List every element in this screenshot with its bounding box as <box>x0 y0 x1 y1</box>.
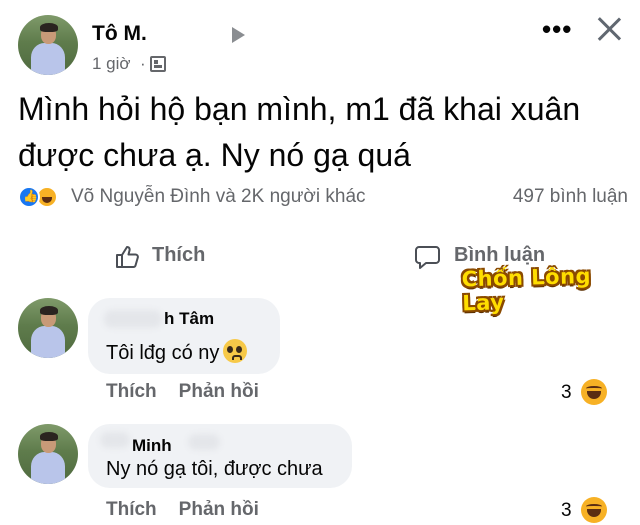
privacy-icon <box>150 56 166 72</box>
more-options-icon[interactable]: ••• <box>542 14 572 45</box>
haha-reaction-icon <box>581 497 607 523</box>
comment-item: Minh Ny nó gạ tôi, được chưa Thích Phản h… <box>0 424 640 525</box>
redacted-name <box>104 310 162 328</box>
haha-reaction-icon <box>581 379 607 405</box>
comment-button[interactable]: Bình luận <box>454 244 545 267</box>
commenter-name[interactable]: h Tâm <box>164 309 214 329</box>
comment-like-button[interactable]: Thích <box>106 381 157 402</box>
comment-text: Tôi lđg có ny <box>106 339 248 365</box>
play-icon <box>232 27 245 43</box>
redacted-name <box>100 432 130 448</box>
comment-like-button[interactable]: Thích <box>106 499 157 520</box>
comment-count[interactable]: 497 bình luận <box>513 186 628 208</box>
author-name[interactable]: Tô M. <box>92 22 147 46</box>
comment-icon[interactable] <box>414 244 441 270</box>
comment-actions: Thích Phản hồi <box>106 499 281 521</box>
comment-item: h Tâm Tôi lđg có ny Thích Phản hồi 3 <box>0 298 640 408</box>
redacted-name <box>188 434 220 450</box>
comment-text-content: Tôi lđg có ny <box>106 342 220 364</box>
like-button[interactable]: Thích <box>152 244 205 267</box>
commenter-name[interactable]: Minh <box>132 436 172 456</box>
separator-dot: · <box>140 54 146 73</box>
reactions-summary[interactable]: Võ Nguyễn Đình và 2K người khác 497 bình… <box>18 183 628 211</box>
comment-reaction-count[interactable]: 3 <box>561 382 572 404</box>
reaction-names[interactable]: Võ Nguyễn Đình và 2K người khác <box>71 186 366 208</box>
comment-bubble: h Tâm Tôi lđg có ny <box>88 298 280 374</box>
post-text: Mình hỏi hộ bạn mình, m1 đã khai xuân đư… <box>18 91 581 173</box>
comment-actions: Thích Phản hồi <box>106 381 281 403</box>
post-time[interactable]: 1 giờ <box>92 54 131 74</box>
commenter-avatar[interactable] <box>18 424 78 484</box>
commenter-avatar[interactable] <box>18 298 78 358</box>
like-reaction-icon <box>18 186 40 208</box>
post-header: Tô M. 1 giờ · ••• <box>0 0 640 85</box>
thumbs-up-icon[interactable] <box>114 244 140 270</box>
comment-reaction-count[interactable]: 3 <box>561 500 572 522</box>
comment-reply-button[interactable]: Phản hồi <box>179 381 259 402</box>
comment-bubble: Minh Ny nó gạ tôi, được chưa <box>88 424 352 488</box>
comment-text: Ny nó gạ tôi, được chưa <box>106 458 323 480</box>
pleading-face-icon <box>223 339 248 363</box>
comment-reply-button[interactable]: Phản hồi <box>179 499 259 520</box>
author-avatar[interactable] <box>18 15 78 75</box>
close-icon[interactable] <box>596 15 622 41</box>
